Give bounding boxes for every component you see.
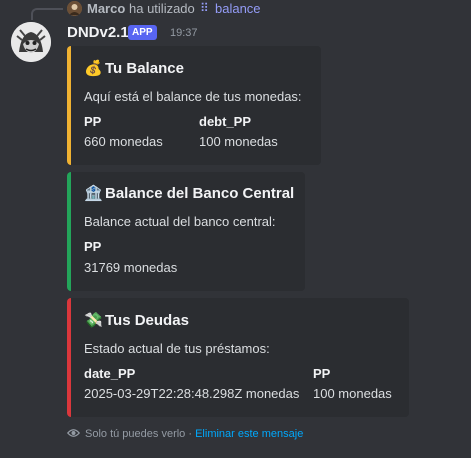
embed-balance: 💰 Tu Balance Aquí está el balance de tus … [67, 46, 321, 165]
reply-action-text: ha utilizado [129, 1, 195, 16]
ephemeral-notice: Solo tú puedes verlo · Eliminar este men… [66, 428, 303, 440]
reply-reference[interactable]: Marco ha utilizado ⠿ balance [0, 0, 471, 20]
field-name: PP [313, 366, 331, 381]
field-value: 100 monedas [313, 386, 392, 401]
separator: · [188, 428, 193, 440]
command-icon: ⠿ [200, 1, 209, 15]
field-name: PP [84, 239, 102, 254]
dismiss-message-link[interactable]: Eliminar este mensaje [195, 428, 303, 440]
reply-avatar[interactable] [67, 1, 82, 16]
embed-central-bank: 🏦 Balance del Banco Central Balance actua… [67, 172, 305, 291]
field-name: debt_PP [199, 114, 252, 129]
embed-description: Balance actual del banco central: [84, 214, 276, 229]
field-value: 660 monedas [84, 134, 163, 149]
field-name: PP [84, 114, 102, 129]
bank-icon: 🏦 [84, 185, 103, 202]
money-wings-icon: 💸 [84, 312, 103, 329]
embed-title: 💰 Tu Balance [84, 60, 184, 77]
embed-description: Estado actual de tus préstamos: [84, 341, 270, 356]
app-badge: APP [128, 25, 157, 40]
field-value: 2025-03-29T22:28:48.298Z monedas [84, 386, 300, 401]
reply-spine [31, 8, 63, 20]
reply-username[interactable]: Marco [87, 1, 125, 16]
bot-username[interactable]: DNDv2.1 [67, 24, 129, 41]
embed-title: 🏦 Balance del Banco Central [84, 185, 295, 202]
ephemeral-text: Solo tú puedes verlo [85, 428, 186, 440]
bot-avatar[interactable] [11, 22, 51, 62]
chat-message: Marco ha utilizado ⠿ balance DNDv2.1 APP… [0, 0, 471, 458]
embed-description: Aquí está el balance de tus monedas: [84, 89, 302, 104]
embed-debts: 💸 Tus Deudas Estado actual de tus préstam… [67, 298, 409, 417]
money-bag-icon: 💰 [84, 60, 103, 77]
embed-title: 💸 Tus Deudas [84, 312, 189, 329]
message-timestamp[interactable]: 19:37 [170, 27, 198, 39]
reply-command[interactable]: balance [215, 1, 261, 16]
field-value: 100 monedas [199, 134, 278, 149]
field-name: date_PP [84, 366, 136, 381]
eye-icon [66, 428, 81, 440]
field-value: 31769 monedas [84, 260, 178, 275]
